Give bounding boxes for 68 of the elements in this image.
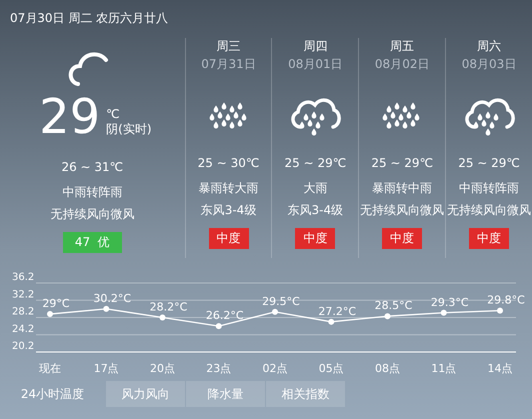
- day-date: 07月31日: [201, 56, 256, 73]
- value-label: 26.2°C: [206, 309, 244, 322]
- value-label: 30.2°C: [93, 292, 132, 305]
- axis-category-label: 17点: [94, 362, 119, 375]
- axis-category-label: 14点: [488, 362, 512, 375]
- air-quality-badge: 中度: [469, 228, 510, 249]
- value-label: 28.2°C: [150, 300, 188, 314]
- weather-description: 大雨: [303, 180, 328, 197]
- chart-tab[interactable]: 风力风向: [106, 381, 185, 407]
- wind-description: 无持续风向微风: [50, 206, 134, 223]
- temperature-range: 25 ~ 29℃: [371, 156, 434, 172]
- weather-description: 暴雨转大雨: [198, 180, 259, 197]
- axis-tick-label: 32.2: [12, 289, 34, 300]
- air-quality-badge: 中度: [208, 228, 249, 249]
- value-label: 27.2°C: [318, 304, 356, 318]
- day-date: 08月02日: [374, 56, 430, 73]
- weather-description: 暴雨转中雨: [372, 180, 432, 197]
- weather-description: 中雨转阵雨: [62, 184, 122, 201]
- axis-category-label: 20点: [150, 362, 175, 375]
- air-quality-badge: 中度: [295, 228, 336, 249]
- axis-tick-label: 36.2: [12, 272, 34, 283]
- value-label: 29.3°C: [430, 296, 469, 309]
- day-name: 周三: [216, 38, 241, 55]
- chart-tab[interactable]: 24小时温度: [0, 381, 105, 407]
- value-label: 29.5°C: [262, 294, 300, 308]
- wind-description: 无持续风向微风: [360, 202, 444, 219]
- current-temperature: 29: [39, 92, 100, 142]
- data-point: [103, 306, 110, 312]
- axis-category-label: 08点: [375, 362, 400, 375]
- temperature-unit: ℃: [106, 107, 121, 121]
- axis-category-label: 23点: [206, 362, 232, 375]
- day-name: 周五: [390, 38, 414, 55]
- axis-category-label: 11点: [431, 362, 456, 375]
- wind-description: 东风3-4级: [288, 202, 344, 219]
- day-date: 08月03日: [462, 56, 516, 73]
- temperature-range: 26 ~ 31℃: [61, 160, 124, 176]
- data-point: [272, 308, 278, 315]
- axis-category-label: 现在: [39, 362, 61, 375]
- data-point: [497, 308, 503, 314]
- temperature-range: 25 ~ 30℃: [198, 156, 260, 172]
- day-name: 周六: [477, 38, 502, 55]
- value-label: 29.8°C: [487, 294, 525, 307]
- wind-description: 无持续风向微风: [447, 202, 532, 219]
- value-label: 29°C: [42, 297, 70, 310]
- date-header: 07月30日 周二 农历六月廿八: [9, 10, 170, 26]
- axis-tick-label: 28.2: [12, 306, 34, 318]
- axis-tick-label: 20.2: [12, 341, 34, 352]
- air-quality-badge: 47 优: [62, 232, 122, 253]
- air-quality-badge: 中度: [382, 228, 422, 249]
- chart-tab[interactable]: 相关指数: [266, 381, 345, 407]
- data-point: [47, 311, 53, 318]
- axis-category-label: 05点: [318, 362, 344, 375]
- axis-tick-label: 24.2: [12, 324, 34, 335]
- day-name: 周四: [303, 38, 328, 55]
- data-point: [440, 310, 447, 316]
- data-point: [328, 318, 334, 325]
- weather-description: 中雨转阵雨: [459, 180, 520, 197]
- chart-tab[interactable]: 降水量: [186, 381, 265, 407]
- axis-category-label: 02点: [262, 362, 288, 375]
- day-date: 08月01日: [288, 56, 343, 73]
- data-point: [384, 313, 390, 320]
- data-point: [216, 323, 222, 330]
- data-point: [160, 314, 166, 320]
- temperature-range: 25 ~ 29℃: [284, 156, 346, 172]
- wind-description: 东风3-4级: [200, 202, 256, 219]
- temperature-range: 25 ~ 29℃: [458, 156, 520, 172]
- current-condition: 阴(实时): [106, 121, 152, 138]
- value-label: 28.5°C: [374, 299, 412, 312]
